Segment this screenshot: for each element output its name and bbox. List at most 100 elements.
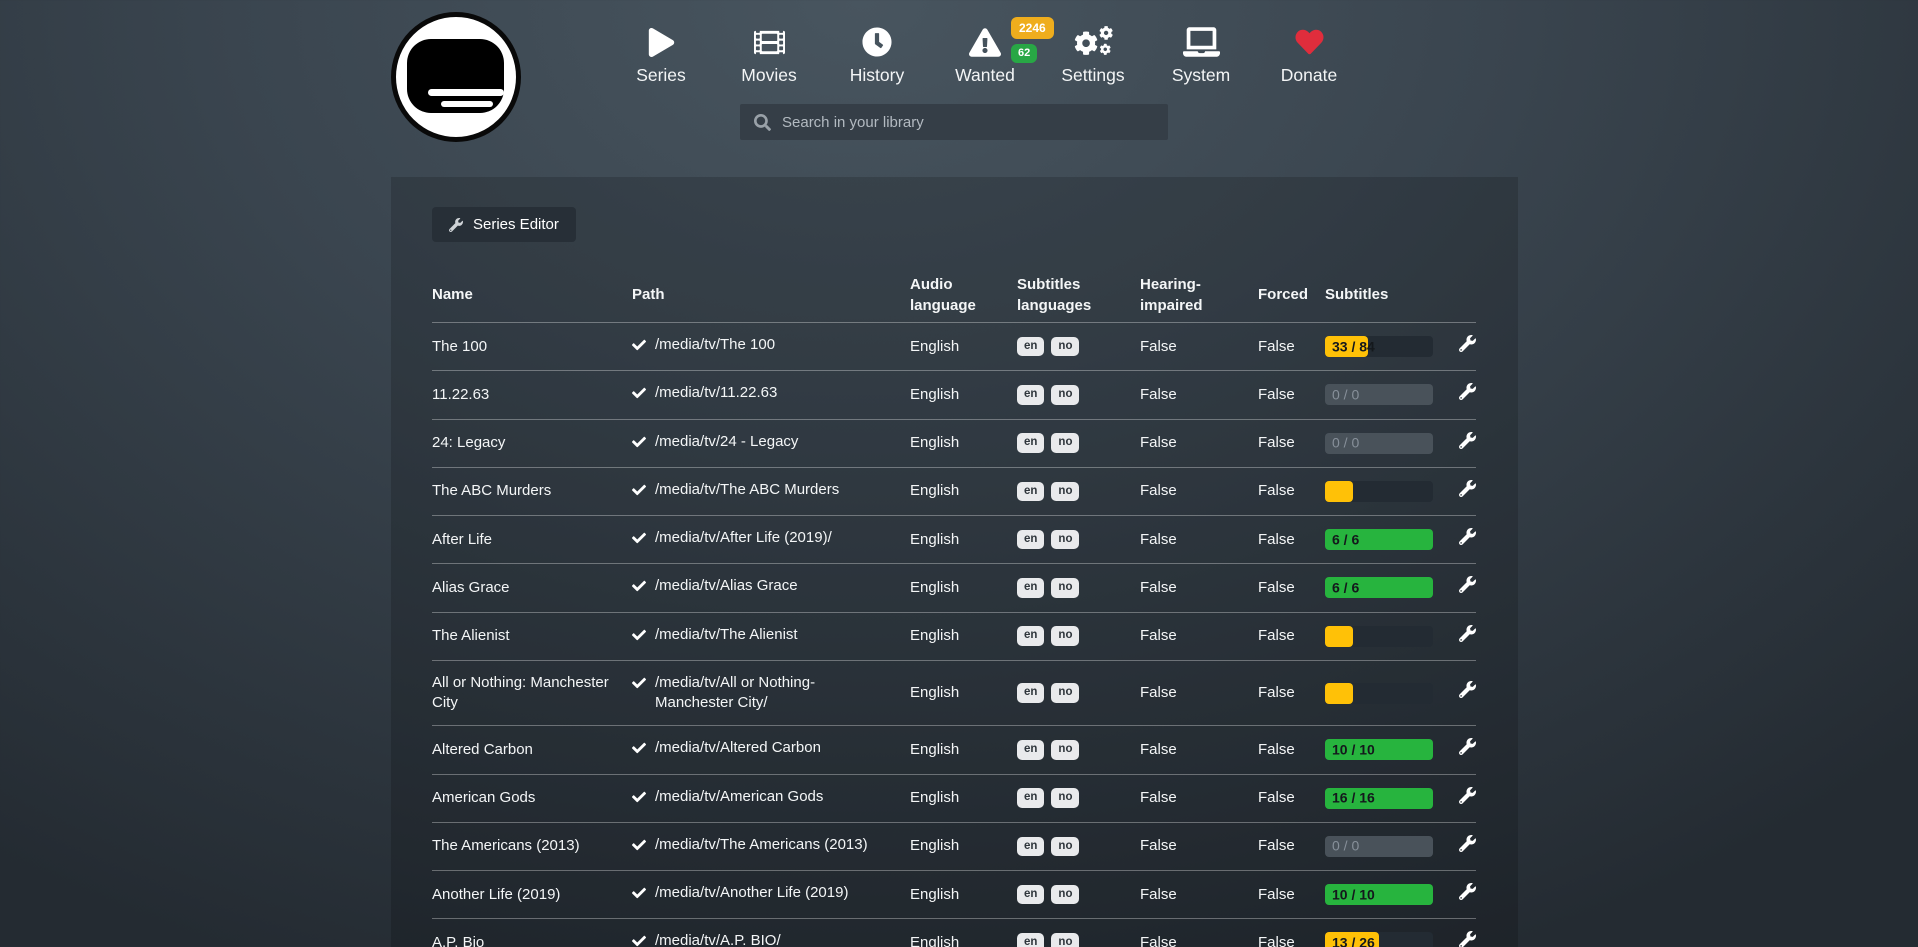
nav-item-system[interactable]: System	[1147, 20, 1255, 86]
series-name: Alias Grace	[432, 578, 632, 598]
nav-item-series[interactable]: Series	[607, 20, 715, 86]
edit-series-button[interactable]	[1443, 787, 1476, 810]
path-text: /media/tv/After Life (2019)/	[655, 528, 832, 548]
language-badge[interactable]: no	[1051, 385, 1079, 405]
edit-series-button[interactable]	[1443, 931, 1476, 947]
subtitles-progress-bar	[1325, 626, 1433, 647]
edit-series-button[interactable]	[1443, 335, 1476, 358]
path-text: /media/tv/Another Life (2019)	[655, 883, 848, 903]
language-badge[interactable]: en	[1017, 337, 1044, 357]
subtitles-languages-badges: enno	[1017, 740, 1140, 760]
series-path: /media/tv/24 - Legacy	[632, 432, 910, 455]
language-badge[interactable]: no	[1051, 740, 1079, 760]
nav-label: Wanted	[931, 65, 1039, 86]
series-path: /media/tv/All or Nothing- Manchester Cit…	[632, 673, 910, 714]
language-badge[interactable]: en	[1017, 433, 1044, 453]
edit-series-button[interactable]	[1443, 576, 1476, 599]
language-badge[interactable]: en	[1017, 788, 1044, 808]
language-badge[interactable]: no	[1051, 433, 1079, 453]
series-name: Another Life (2019)	[432, 885, 632, 905]
nav-label: Settings	[1039, 65, 1147, 86]
series-name: The 100	[432, 337, 632, 357]
language-badge[interactable]: no	[1051, 530, 1079, 550]
edit-series-button[interactable]	[1443, 738, 1476, 761]
bazarr-app: { "app": { "logo": "bazarr-logo" }, "nav…	[0, 0, 1918, 947]
audio-language-value: English	[910, 885, 1017, 905]
language-badge[interactable]: en	[1017, 933, 1044, 947]
progress-fill	[1325, 626, 1353, 647]
language-badge[interactable]: no	[1051, 885, 1079, 905]
edit-series-button[interactable]	[1443, 625, 1476, 648]
series-name: After Life	[432, 530, 632, 550]
table-row: After Life /media/tv/After Life (2019)/ …	[432, 515, 1476, 563]
language-badge[interactable]: no	[1051, 933, 1079, 947]
edit-series-button[interactable]	[1443, 681, 1476, 704]
language-badge[interactable]: no	[1051, 482, 1079, 502]
subtitles-progress-bar: 33 / 84	[1325, 336, 1433, 357]
edit-series-button[interactable]	[1443, 383, 1476, 406]
language-badge[interactable]: en	[1017, 626, 1044, 646]
hearing-impaired-value: False	[1140, 578, 1258, 598]
edit-series-button[interactable]	[1443, 480, 1476, 503]
nav-item-donate[interactable]: Donate	[1255, 20, 1363, 86]
forced-value: False	[1258, 933, 1325, 947]
film-icon	[715, 20, 823, 64]
wrench-icon	[1459, 383, 1476, 400]
language-badge[interactable]: no	[1051, 788, 1079, 808]
edit-series-button[interactable]	[1443, 835, 1476, 858]
logo-subtitle-line	[428, 89, 504, 96]
search-input[interactable]	[782, 114, 1142, 131]
wrench-icon	[1459, 835, 1476, 852]
check-icon	[632, 790, 646, 810]
audio-language-value: English	[910, 481, 1017, 501]
hearing-impaired-value: False	[1140, 885, 1258, 905]
language-badge[interactable]: en	[1017, 578, 1044, 598]
language-badge[interactable]: en	[1017, 683, 1044, 703]
wrench-icon	[1459, 681, 1476, 698]
subtitles-progress-bar	[1325, 481, 1433, 502]
language-badge[interactable]: en	[1017, 885, 1044, 905]
bazarr-logo[interactable]	[391, 12, 521, 142]
language-badge[interactable]: no	[1051, 837, 1079, 857]
path-text: /media/tv/The 100	[655, 335, 775, 355]
wrench-icon	[1459, 787, 1476, 804]
series-editor-button[interactable]: Series Editor	[432, 207, 576, 242]
subtitles-languages-badges: enno	[1017, 933, 1140, 947]
table-row: The ABC Murders /media/tv/The ABC Murder…	[432, 467, 1476, 515]
audio-language-value: English	[910, 385, 1017, 405]
language-badge[interactable]: no	[1051, 578, 1079, 598]
header-name: Name	[432, 285, 632, 305]
language-badge[interactable]: no	[1051, 683, 1079, 703]
table-body: The 100 /media/tv/The 100 English enno F…	[432, 322, 1476, 947]
progress-fill	[1325, 683, 1353, 704]
language-badge[interactable]: no	[1051, 626, 1079, 646]
series-name: 11.22.63	[432, 385, 632, 405]
forced-value: False	[1258, 530, 1325, 550]
nav-item-wanted[interactable]: 2246 62 Wanted	[931, 20, 1039, 86]
language-badge[interactable]: en	[1017, 837, 1044, 857]
hearing-impaired-value: False	[1140, 385, 1258, 405]
series-path: /media/tv/The ABC Murders	[632, 480, 910, 503]
edit-series-button[interactable]	[1443, 432, 1476, 455]
search-icon	[754, 114, 771, 131]
forced-value: False	[1258, 885, 1325, 905]
hearing-impaired-value: False	[1140, 788, 1258, 808]
check-icon	[632, 579, 646, 599]
nav-item-movies[interactable]: Movies	[715, 20, 823, 86]
check-icon	[632, 886, 646, 906]
language-badge[interactable]: en	[1017, 482, 1044, 502]
language-badge[interactable]: en	[1017, 740, 1044, 760]
subtitles-progress-bar: 0 / 0	[1325, 433, 1433, 454]
language-badge[interactable]: no	[1051, 337, 1079, 357]
edit-series-button[interactable]	[1443, 883, 1476, 906]
nav-item-history[interactable]: History	[823, 20, 931, 86]
language-badge[interactable]: en	[1017, 385, 1044, 405]
series-name: The Alienist	[432, 626, 632, 646]
check-icon	[632, 741, 646, 761]
subtitles-progress-bar: 0 / 0	[1325, 836, 1433, 857]
table-row: A.P. Bio /media/tv/A.P. BIO/ English enn…	[432, 918, 1476, 947]
language-badge[interactable]: en	[1017, 530, 1044, 550]
nav-item-settings[interactable]: Settings	[1039, 20, 1147, 86]
heart-icon	[1255, 20, 1363, 64]
edit-series-button[interactable]	[1443, 528, 1476, 551]
